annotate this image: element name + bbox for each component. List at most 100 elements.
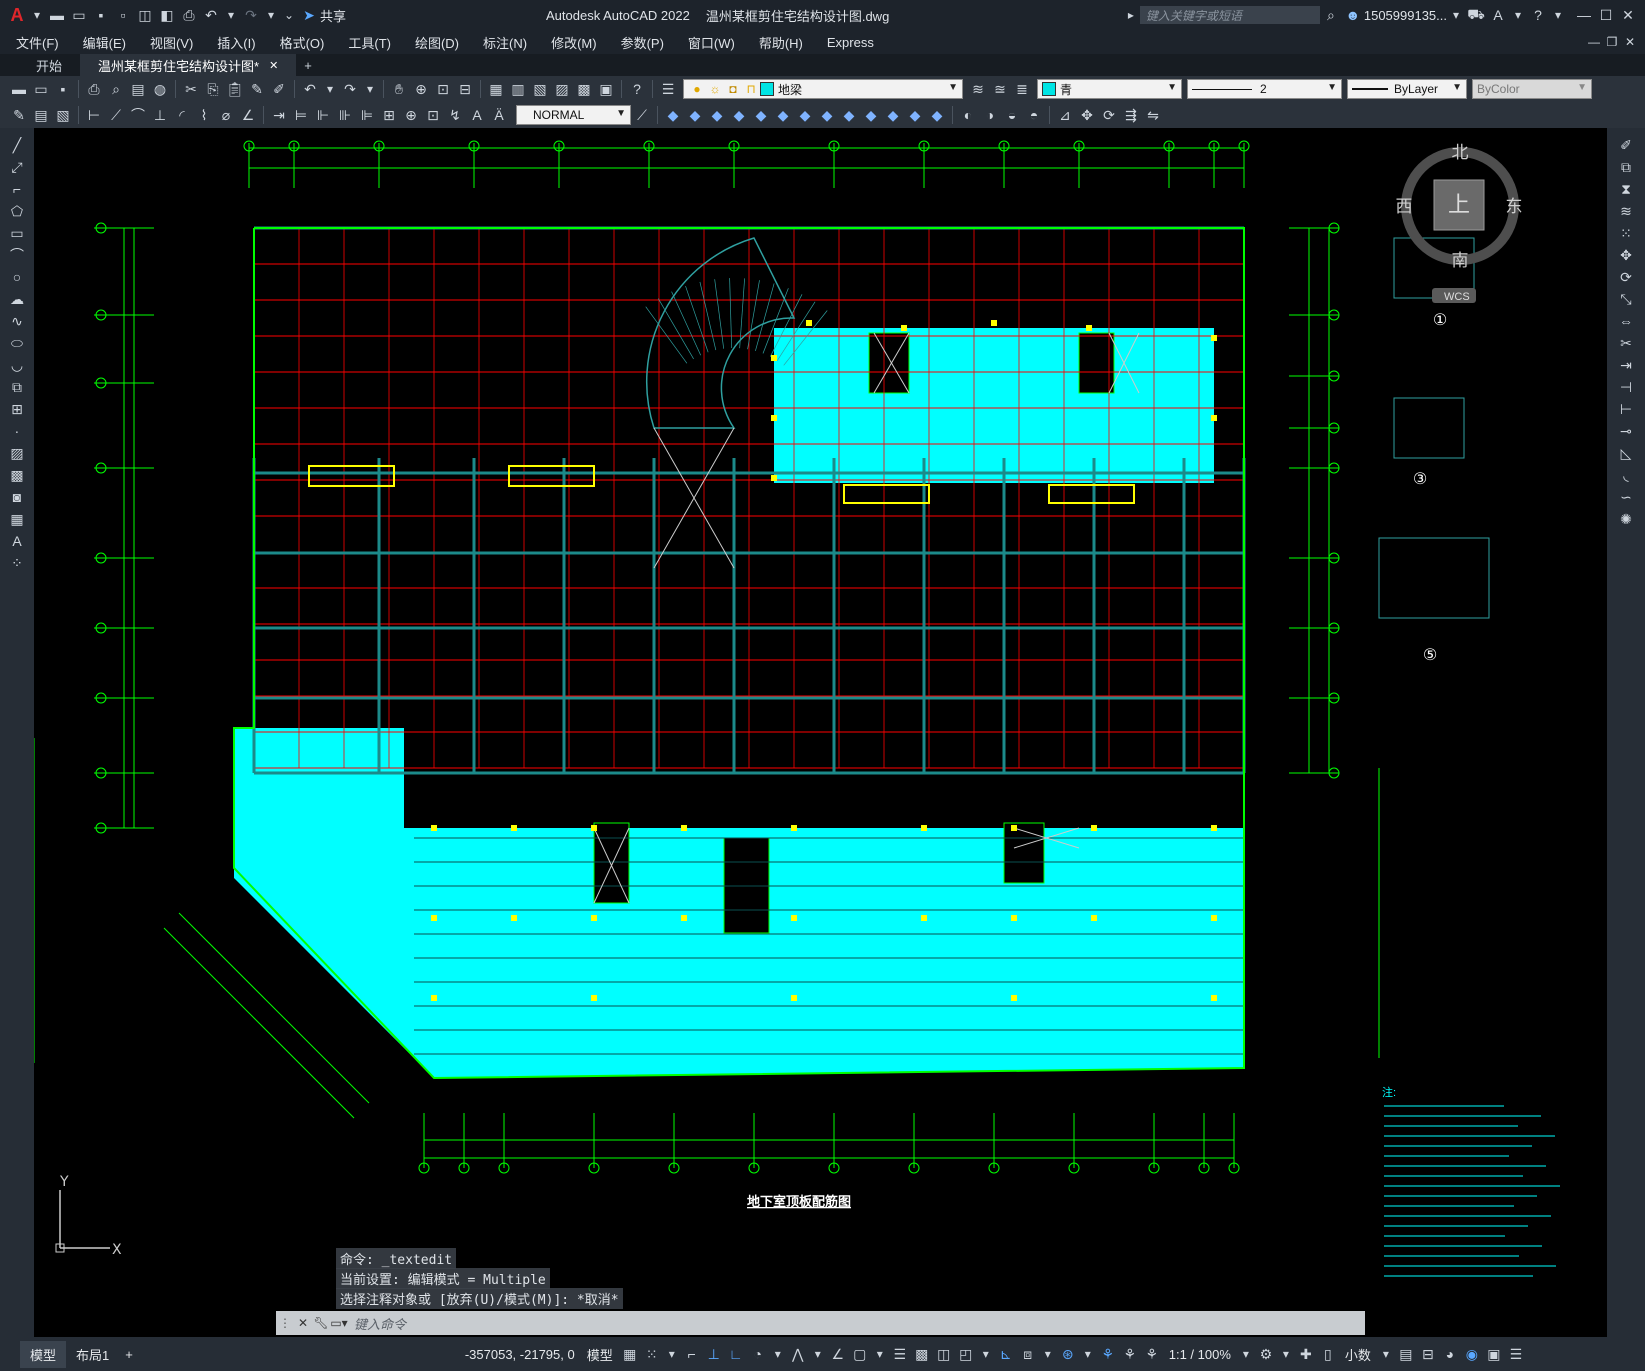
snap-icon[interactable]: ⁙ xyxy=(641,1343,663,1365)
command-grip-icon[interactable]: ⋮ xyxy=(276,1312,294,1334)
make-current-layer-icon[interactable]: ≋ xyxy=(967,78,989,100)
scale-icon[interactable]: ⤡ xyxy=(1615,288,1637,310)
revcloud-icon[interactable]: ☁︎ xyxy=(6,288,28,310)
print-icon[interactable]: ⎙ xyxy=(83,78,105,100)
tab-drawing[interactable]: 温州某框剪住宅结构设计图* ✕ xyxy=(80,54,297,76)
slice-icon[interactable]: ◓ xyxy=(1023,104,1045,126)
tab-start[interactable]: 开始 xyxy=(18,54,80,76)
scale-dropdown-icon[interactable]: ▾ xyxy=(1237,1343,1255,1365)
intersect-icon[interactable]: ◒ xyxy=(1001,104,1023,126)
dim-override-icon[interactable]: ⟋ xyxy=(631,104,653,126)
cursor-coordinates[interactable]: -357053, -21795, 0 xyxy=(459,1347,581,1362)
isolate-objects-icon[interactable]: ◕ xyxy=(1439,1343,1461,1365)
app-dropdown-icon[interactable]: ▾ xyxy=(1509,4,1527,26)
arc-length-icon[interactable]: ⌒ xyxy=(127,104,149,126)
north-compass[interactable]: 上 北 南 东 西 WCS xyxy=(1396,143,1523,303)
menu-insert[interactable]: 插入(I) xyxy=(205,33,267,52)
undo-toolbar-icon[interactable]: ↶ xyxy=(299,78,321,100)
move-icon[interactable]: ✥ xyxy=(1615,244,1637,266)
tab-layout1[interactable]: 布局1 xyxy=(66,1341,119,1368)
paste-icon[interactable]: 📋︎ xyxy=(224,78,246,100)
hatch-icon[interactable]: ▨ xyxy=(6,442,28,464)
lineweight-combo[interactable]: 2 ▼ xyxy=(1187,79,1342,99)
dim-space-icon[interactable]: ⊪ xyxy=(334,104,356,126)
region-icon[interactable]: ◙ xyxy=(6,486,28,508)
open-icon[interactable]: ▭ xyxy=(30,78,52,100)
dim-style-icon[interactable]: ▤ xyxy=(30,104,52,126)
properties-icon[interactable]: ▦ xyxy=(485,78,507,100)
array-icon[interactable]: ⁙ xyxy=(1615,222,1637,244)
blend-icon[interactable]: ∽ xyxy=(1615,486,1637,508)
copy-object-icon[interactable]: ⧉ xyxy=(1615,156,1637,178)
layer-vp-freeze-icon[interactable]: ◘ xyxy=(724,78,742,100)
text-style-combo[interactable]: NORMAL ▼ xyxy=(516,105,631,125)
menu-modify[interactable]: 修改(M) xyxy=(539,33,609,52)
annotation-scale[interactable]: 1:1 / 100% xyxy=(1163,1347,1237,1362)
sheet-set-icon[interactable]: ▨ xyxy=(551,78,573,100)
plotstyle-combo[interactable]: ByColor ▼ xyxy=(1472,79,1592,99)
save-to-web-icon[interactable]: ◧ xyxy=(156,4,178,26)
lineweight-dropdown-icon[interactable]: ▼ xyxy=(1327,82,1337,93)
help-icon[interactable]: ? xyxy=(1527,4,1549,26)
linetype-dropdown-icon[interactable]: ▼ xyxy=(1452,82,1462,93)
save-toolbar-icon[interactable]: ▪ xyxy=(52,78,74,100)
share-button[interactable]: 共享 xyxy=(320,6,346,25)
units-dropdown-icon[interactable]: ▾ xyxy=(1377,1343,1395,1365)
publish-icon[interactable]: ▤ xyxy=(127,78,149,100)
ortho-icon[interactable]: ∟ xyxy=(725,1343,747,1365)
arc-icon[interactable]: ⌒ xyxy=(6,244,28,266)
layer-combo[interactable]: ● ☼ ◘ ⊓ 地梁 ▼ xyxy=(683,79,963,99)
add-layout-button[interactable]: + xyxy=(119,1347,139,1362)
menu-dimension[interactable]: 标注(N) xyxy=(471,33,539,52)
gizmo-dropdown-icon[interactable]: ▾ xyxy=(1079,1343,1097,1365)
calculator-icon[interactable]: ▣ xyxy=(595,78,617,100)
save-icon[interactable]: ▪ xyxy=(90,4,112,26)
gradient-icon[interactable]: ▩ xyxy=(6,464,28,486)
copy-icon[interactable]: ⎘ xyxy=(202,78,224,100)
annotation-visibility-icon[interactable]: ⚘ xyxy=(1097,1343,1119,1365)
open-file-icon[interactable]: ▭ xyxy=(68,4,90,26)
customize-qat-icon[interactable]: ⌄ xyxy=(280,4,298,26)
erase-icon[interactable]: ✐ xyxy=(1615,134,1637,156)
mtext-icon[interactable]: A xyxy=(6,530,28,552)
dim-edit-icon[interactable]: ✎ xyxy=(8,104,30,126)
menu-draw[interactable]: 绘图(D) xyxy=(403,33,471,52)
ellipse-icon[interactable]: ⬭ xyxy=(6,332,28,354)
doc-close-icon[interactable]: ✕ xyxy=(1621,31,1639,53)
insert-block-icon[interactable]: ⧉ xyxy=(6,376,28,398)
spline-icon[interactable]: ∿ xyxy=(6,310,28,332)
markup-icon[interactable]: ▩ xyxy=(573,78,595,100)
lineweight-toggle-icon[interactable]: ☰ xyxy=(889,1343,911,1365)
model-space-button[interactable]: 模型 xyxy=(581,1345,619,1364)
match-properties-icon[interactable]: ✎ xyxy=(246,78,268,100)
tolerance-icon[interactable]: ⊞ xyxy=(378,104,400,126)
pyramid-icon[interactable]: ◆ xyxy=(794,104,816,126)
make-block-icon[interactable]: ⊞ xyxy=(6,398,28,420)
extrude-icon[interactable]: ◆ xyxy=(838,104,860,126)
menu-edit[interactable]: 编辑(E) xyxy=(71,33,138,52)
transparency-icon[interactable]: ▩ xyxy=(911,1343,933,1365)
join-icon[interactable]: ⊸ xyxy=(1615,420,1637,442)
redo-toolbar-icon[interactable]: ↷ xyxy=(339,78,361,100)
3d-move-icon[interactable]: ✥ xyxy=(1076,104,1098,126)
linear-dim-icon[interactable]: ⊢ xyxy=(83,104,105,126)
break-at-point-icon[interactable]: ⊣ xyxy=(1615,376,1637,398)
color-combo[interactable]: 青 ▼ xyxy=(1037,79,1182,99)
plotstyle-dropdown-icon[interactable]: ▼ xyxy=(1577,82,1587,93)
search-input[interactable]: 键入关键字或短语 xyxy=(1139,6,1320,24)
baseline-dim-icon[interactable]: ⊨ xyxy=(290,104,312,126)
rectangle-icon[interactable]: ▭ xyxy=(6,222,28,244)
trim-icon[interactable]: ✂ xyxy=(1615,332,1637,354)
menu-express[interactable]: Express xyxy=(815,35,886,50)
customize-status-icon[interactable]: ☰ xyxy=(1505,1343,1527,1365)
chamfer-icon[interactable]: ◺ xyxy=(1615,442,1637,464)
menu-format[interactable]: 格式(O) xyxy=(268,33,337,52)
circle-icon[interactable]: ○ xyxy=(6,266,28,288)
user-name[interactable]: 1505999135... xyxy=(1364,8,1447,23)
dim-break-icon[interactable]: ⊫ xyxy=(356,104,378,126)
polyline-icon[interactable]: ⌐ xyxy=(6,178,28,200)
user-icon[interactable]: ☻ xyxy=(1342,4,1364,26)
infer-constraints-icon[interactable]: ⌐ xyxy=(681,1343,703,1365)
menu-view[interactable]: 视图(V) xyxy=(138,33,205,52)
3d-rotate-icon[interactable]: ⟳ xyxy=(1098,104,1120,126)
